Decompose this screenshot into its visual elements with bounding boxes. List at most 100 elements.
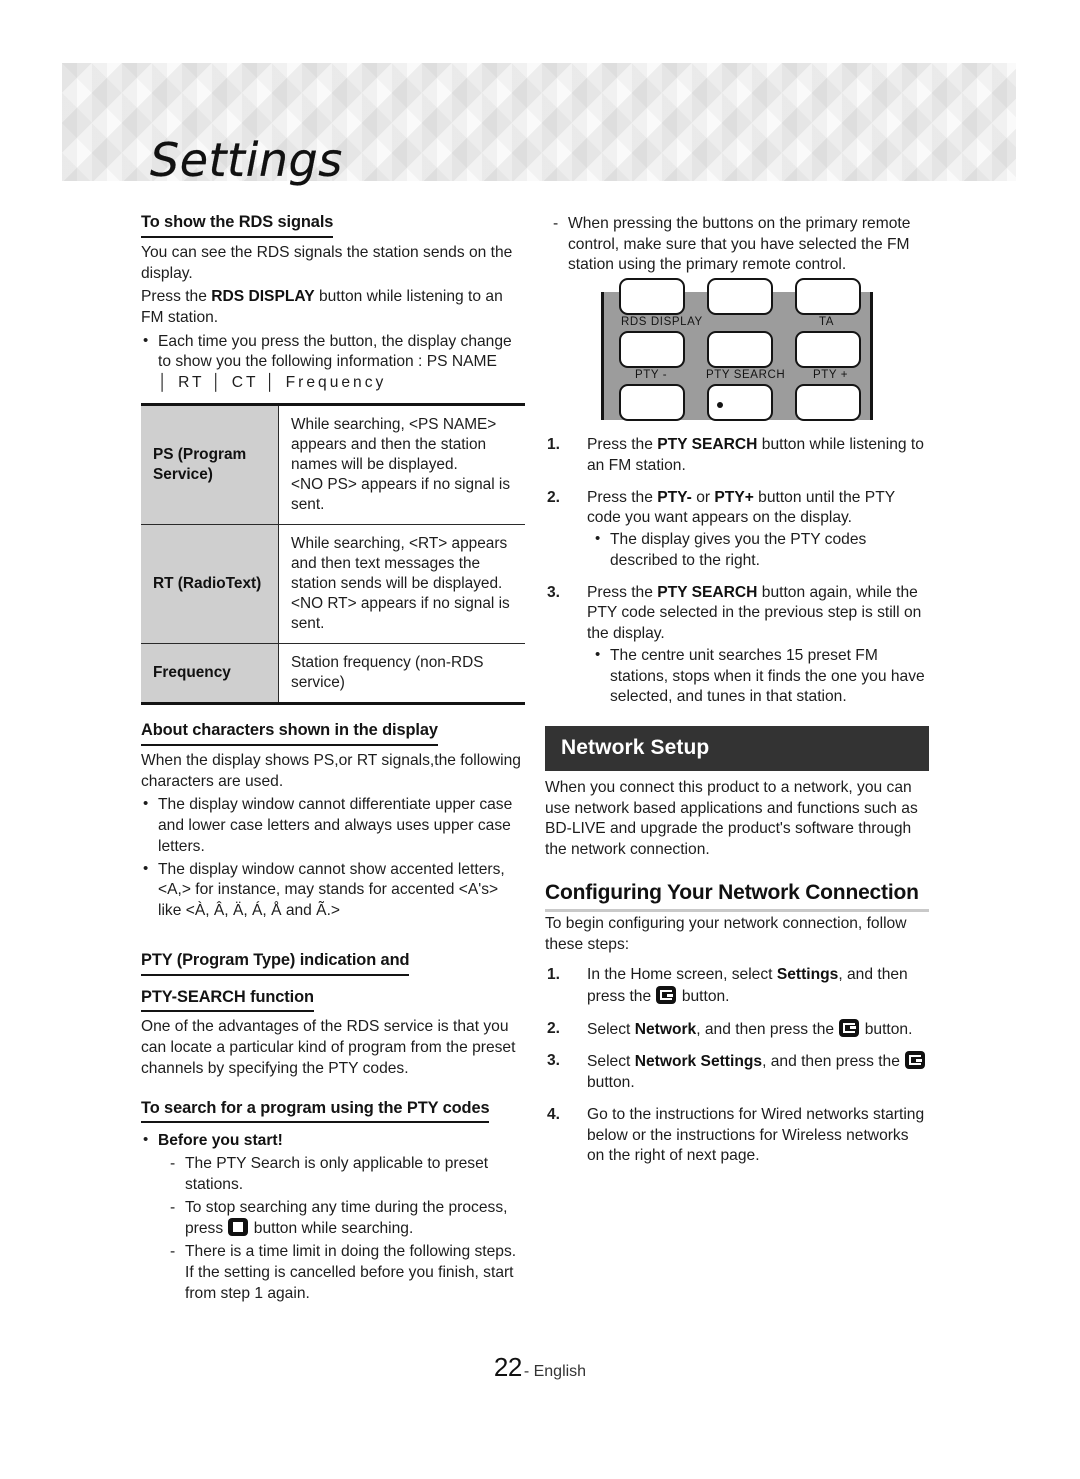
heading-pty-indication-wrap: PTY (Program Type) indication and xyxy=(141,950,525,981)
remote-control-illustration: RDS DISPLAY TA PTY - PTY SEARCH PTY + xyxy=(601,278,873,422)
heading-to-search-program-wrap: To search for a program using the PTY co… xyxy=(141,1098,525,1129)
list-item: The PTY Search is only applicable to pre… xyxy=(168,1154,525,1195)
table-row: Frequency Station frequency (non-RDS ser… xyxy=(141,643,525,706)
remote-body: RDS DISPLAY TA PTY - PTY SEARCH PTY + xyxy=(617,278,861,422)
list-item: 4. Go to the instructions for Wired netw… xyxy=(545,1105,929,1167)
remote-label-ta: TA xyxy=(819,316,835,329)
step-sublist: The display gives you the PTY codes desc… xyxy=(587,529,929,571)
remote-button-ta xyxy=(795,278,861,316)
rds-signals-table: PS (Program Service) While searching, <P… xyxy=(141,402,525,706)
list-item: When pressing the buttons on the primary… xyxy=(551,214,929,276)
remote-button-bottom-right xyxy=(795,384,861,422)
primary-remote-note-list: When pressing the buttons on the primary… xyxy=(545,214,929,276)
list-item: The display gives you the PTY codes desc… xyxy=(593,529,929,571)
remote-button-pty-search xyxy=(707,331,773,369)
remote-button-pty-minus xyxy=(619,331,685,369)
rds-p2-pre: Press the xyxy=(141,288,212,306)
table-cell-label: RT (RadioText) xyxy=(141,524,279,645)
heading-about-characters: About characters shown in the display xyxy=(141,720,438,746)
heading-to-show-rds-signals: To show the RDS signals xyxy=(141,212,333,238)
step-pre: In the Home screen, select xyxy=(587,966,777,984)
step-pre: Select xyxy=(587,1053,635,1071)
heading-pty-indication-line1: PTY (Program Type) indication and xyxy=(141,950,410,976)
list-item: The centre unit searches 15 preset FM st… xyxy=(593,645,929,708)
step-pre: Go to the instructions for Wired network… xyxy=(587,1105,925,1165)
list-item: 2. Select Network, and then press the bu… xyxy=(545,1018,929,1041)
list-item: Each time you press the button, the disp… xyxy=(141,331,525,394)
table-cell-description: While searching, <PS NAME> appears and t… xyxy=(278,402,525,526)
rds-bullet-list: Each time you press the button, the disp… xyxy=(141,331,525,394)
page-number: 22 xyxy=(493,1352,522,1382)
pty-search-steps: 1. Press the PTY SEARCH button while lis… xyxy=(545,435,929,708)
table-cell-description: Station frequency (non-RDS service) xyxy=(278,643,525,706)
step-bold: PTY- xyxy=(657,488,692,506)
step-number: 2. xyxy=(547,1019,561,1037)
step-pre: Press the xyxy=(587,488,658,506)
step-number: 1. xyxy=(547,436,561,454)
rds-bullet-text: Each time you press the button, the disp… xyxy=(158,332,512,371)
network-config-steps: 1. In the Home screen, select Settings , … xyxy=(545,965,929,1167)
pty-paragraph-1: One of the advantages of the RDS service… xyxy=(141,1018,516,1077)
step-post: button. xyxy=(677,988,730,1005)
table-row: RT (RadioText) While searching, <RT> app… xyxy=(141,524,525,645)
heading-configuring-network-connection: Configuring Your Network Connection xyxy=(545,879,929,912)
table-row: PS (Program Service) While searching, <P… xyxy=(141,402,525,526)
heading-pty-search-function: PTY-SEARCH function xyxy=(141,987,314,1013)
desc-line-2: <NO PS> appears if no signal is sent. xyxy=(291,476,511,514)
list-item: 3. Select Network Settings, and then pre… xyxy=(545,1051,929,1093)
before-you-start-label: Before you start! xyxy=(158,1132,283,1150)
stop-button-icon xyxy=(228,1218,249,1237)
list-item: There is a time limit in doing the follo… xyxy=(168,1242,525,1304)
list-item: To stop searching any time during the pr… xyxy=(168,1198,525,1240)
list-item: 1. Press the PTY SEARCH button while lis… xyxy=(545,435,929,476)
enter-button-icon xyxy=(656,986,677,1004)
list-item: 2. Press the PTY- or PTY+ button until t… xyxy=(545,488,929,572)
heading-about-characters-wrap: About characters shown in the display xyxy=(141,720,525,751)
step-pre: Select xyxy=(587,1020,635,1038)
list-item: The display window cannot differentiate … xyxy=(141,794,525,857)
list-item: 1. In the Home screen, select Settings, … xyxy=(545,965,929,1007)
step-mid: , and then press the xyxy=(762,1053,905,1071)
list-item: The display window cannot show accented … xyxy=(141,859,525,922)
heading-to-show-rds-signals-wrap: To show the RDS signals xyxy=(141,212,525,243)
list-item: Before you start! The PTY Search is only… xyxy=(141,1130,525,1304)
chars-paragraph-1: When the display shows PS,or RT signals,… xyxy=(141,751,521,790)
table-cell-label: Frequency xyxy=(141,643,279,706)
page-footer: 22- English xyxy=(0,1352,1080,1383)
rds-display-bold: RDS DISPLAY xyxy=(211,288,315,306)
remote-button-top-middle xyxy=(707,278,773,316)
step-bold: PTY SEARCH xyxy=(657,436,758,454)
step-number: 1. xyxy=(547,966,561,984)
table-cell-description: While searching, <RT> appears and then t… xyxy=(278,524,525,645)
step-bold-2: PTY+ xyxy=(714,488,754,506)
before-you-start-list: Before you start! The PTY Search is only… xyxy=(141,1130,525,1304)
configuring-paragraph-1: To begin configuring your network connec… xyxy=(545,914,907,953)
enter-button-icon xyxy=(905,1051,926,1070)
remote-button-pty-plus xyxy=(795,331,861,369)
heading-to-search-program: To search for a program using the PTY co… xyxy=(141,1098,490,1124)
rds-bullet-chain: │ RT │ CT │ Frequency xyxy=(158,374,387,392)
step-mid: , and then press the xyxy=(696,1020,839,1038)
desc-line-2: <NO RT> appears if no signal is sent. xyxy=(291,595,510,633)
remote-label-pty-search: PTY SEARCH xyxy=(706,369,786,382)
network-paragraph-1: When you connect this product to a netwo… xyxy=(545,778,918,859)
step-number: 2. xyxy=(547,488,561,506)
remote-label-pty-minus: PTY - xyxy=(635,369,668,382)
enter-button-icon xyxy=(839,1018,860,1037)
stop-item-post: button while searching. xyxy=(249,1220,414,1238)
step-bold: PTY SEARCH xyxy=(657,583,758,601)
step-mid: or xyxy=(691,488,715,506)
step-post: button. xyxy=(860,1020,913,1038)
left-column: To show the RDS signals You can see the … xyxy=(141,212,525,1306)
step-pre: Press the xyxy=(587,436,658,454)
list-item: 3. Press the PTY SEARCH button again, wh… xyxy=(545,583,929,708)
step-pre: Press the xyxy=(587,583,658,601)
step-bold: Network xyxy=(634,1020,697,1038)
page-title: Settings xyxy=(150,133,343,187)
remote-label-rds-display: RDS DISPLAY xyxy=(621,316,703,329)
remote-label-pty-plus: PTY + xyxy=(813,369,849,382)
step-bold: Settings xyxy=(776,966,839,984)
chars-bullet-list: The display window cannot differentiate … xyxy=(141,794,525,922)
rds-paragraph-2: Press the RDS DISPLAY button while liste… xyxy=(141,287,525,328)
step-sublist: The centre unit searches 15 preset FM st… xyxy=(587,645,929,708)
